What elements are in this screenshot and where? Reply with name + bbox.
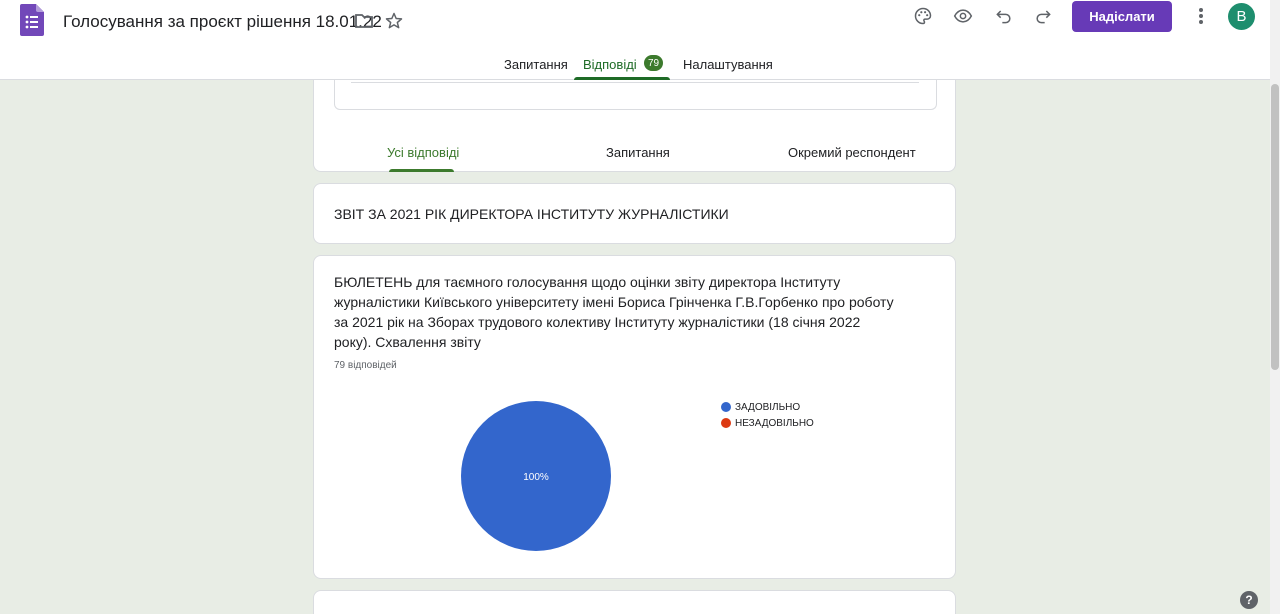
tab-responses[interactable]: Відповіді: [583, 57, 637, 72]
folder-icon[interactable]: [353, 10, 375, 32]
tab-settings[interactable]: Налаштування: [683, 57, 773, 72]
send-button[interactable]: Надіслати: [1072, 1, 1172, 32]
redo-icon[interactable]: [1032, 5, 1054, 27]
section-title: ЗВІТ ЗА 2021 РІК ДИРЕКТОРА ІНСТИТУТУ ЖУР…: [334, 206, 729, 222]
legend-item-satisfactory[interactable]: ЗАДОВІЛЬНО: [721, 399, 814, 415]
pie-chart: 100%: [461, 401, 611, 551]
main-tabs: Запитання Відповіді 79 Налаштування: [0, 48, 1270, 80]
subtab-all-responses[interactable]: Усі відповіді: [387, 145, 459, 160]
document-title[interactable]: Голосування за проєкт рішення 18.01.22: [63, 12, 382, 32]
next-question-card: [313, 590, 956, 614]
avatar[interactable]: В: [1228, 3, 1255, 30]
response-count: 79 відповідей: [334, 360, 397, 371]
preview-eye-icon[interactable]: [952, 5, 974, 27]
scrollbar-thumb[interactable]: [1271, 84, 1279, 370]
responses-summary-card: Усі відповіді Запитання Окремий респонде…: [313, 70, 956, 172]
legend-dot-icon: [721, 418, 731, 428]
top-bar: Голосування за проєкт рішення 18.01.22 Н…: [0, 0, 1270, 80]
question-summary-card: БЮЛЕТЕНЬ для таємного голосування щодо о…: [313, 255, 956, 579]
palette-icon[interactable]: [912, 5, 934, 27]
more-options-icon[interactable]: [1190, 5, 1212, 27]
divider: [351, 82, 919, 83]
legend-label: НЕЗАДОВІЛЬНО: [735, 417, 814, 429]
star-icon[interactable]: [383, 10, 405, 32]
google-forms-logo-icon[interactable]: [20, 4, 44, 36]
subtab-individual[interactable]: Окремий респондент: [788, 145, 916, 160]
legend-item-unsatisfactory[interactable]: НЕЗАДОВІЛЬНО: [721, 415, 814, 431]
pie-data-label: 100%: [523, 472, 549, 483]
responses-count-badge: 79: [644, 55, 663, 71]
question-text: БЮЛЕТЕНЬ для таємного голосування щодо о…: [334, 274, 894, 350]
legend-dot-icon: [721, 402, 731, 412]
undo-icon[interactable]: [993, 5, 1015, 27]
active-subtab-indicator: [389, 169, 454, 172]
active-tab-indicator: [574, 77, 670, 80]
section-title-card: ЗВІТ ЗА 2021 РІК ДИРЕКТОРА ІНСТИТУТУ ЖУР…: [313, 183, 956, 244]
page-scrollbar[interactable]: [1270, 0, 1280, 614]
chart-legend: ЗАДОВІЛЬНО НЕЗАДОВІЛЬНО: [721, 399, 814, 431]
help-icon[interactable]: ?: [1240, 591, 1258, 609]
legend-label: ЗАДОВІЛЬНО: [735, 401, 801, 413]
tab-questions[interactable]: Запитання: [504, 57, 568, 72]
subtab-questions[interactable]: Запитання: [606, 145, 670, 160]
